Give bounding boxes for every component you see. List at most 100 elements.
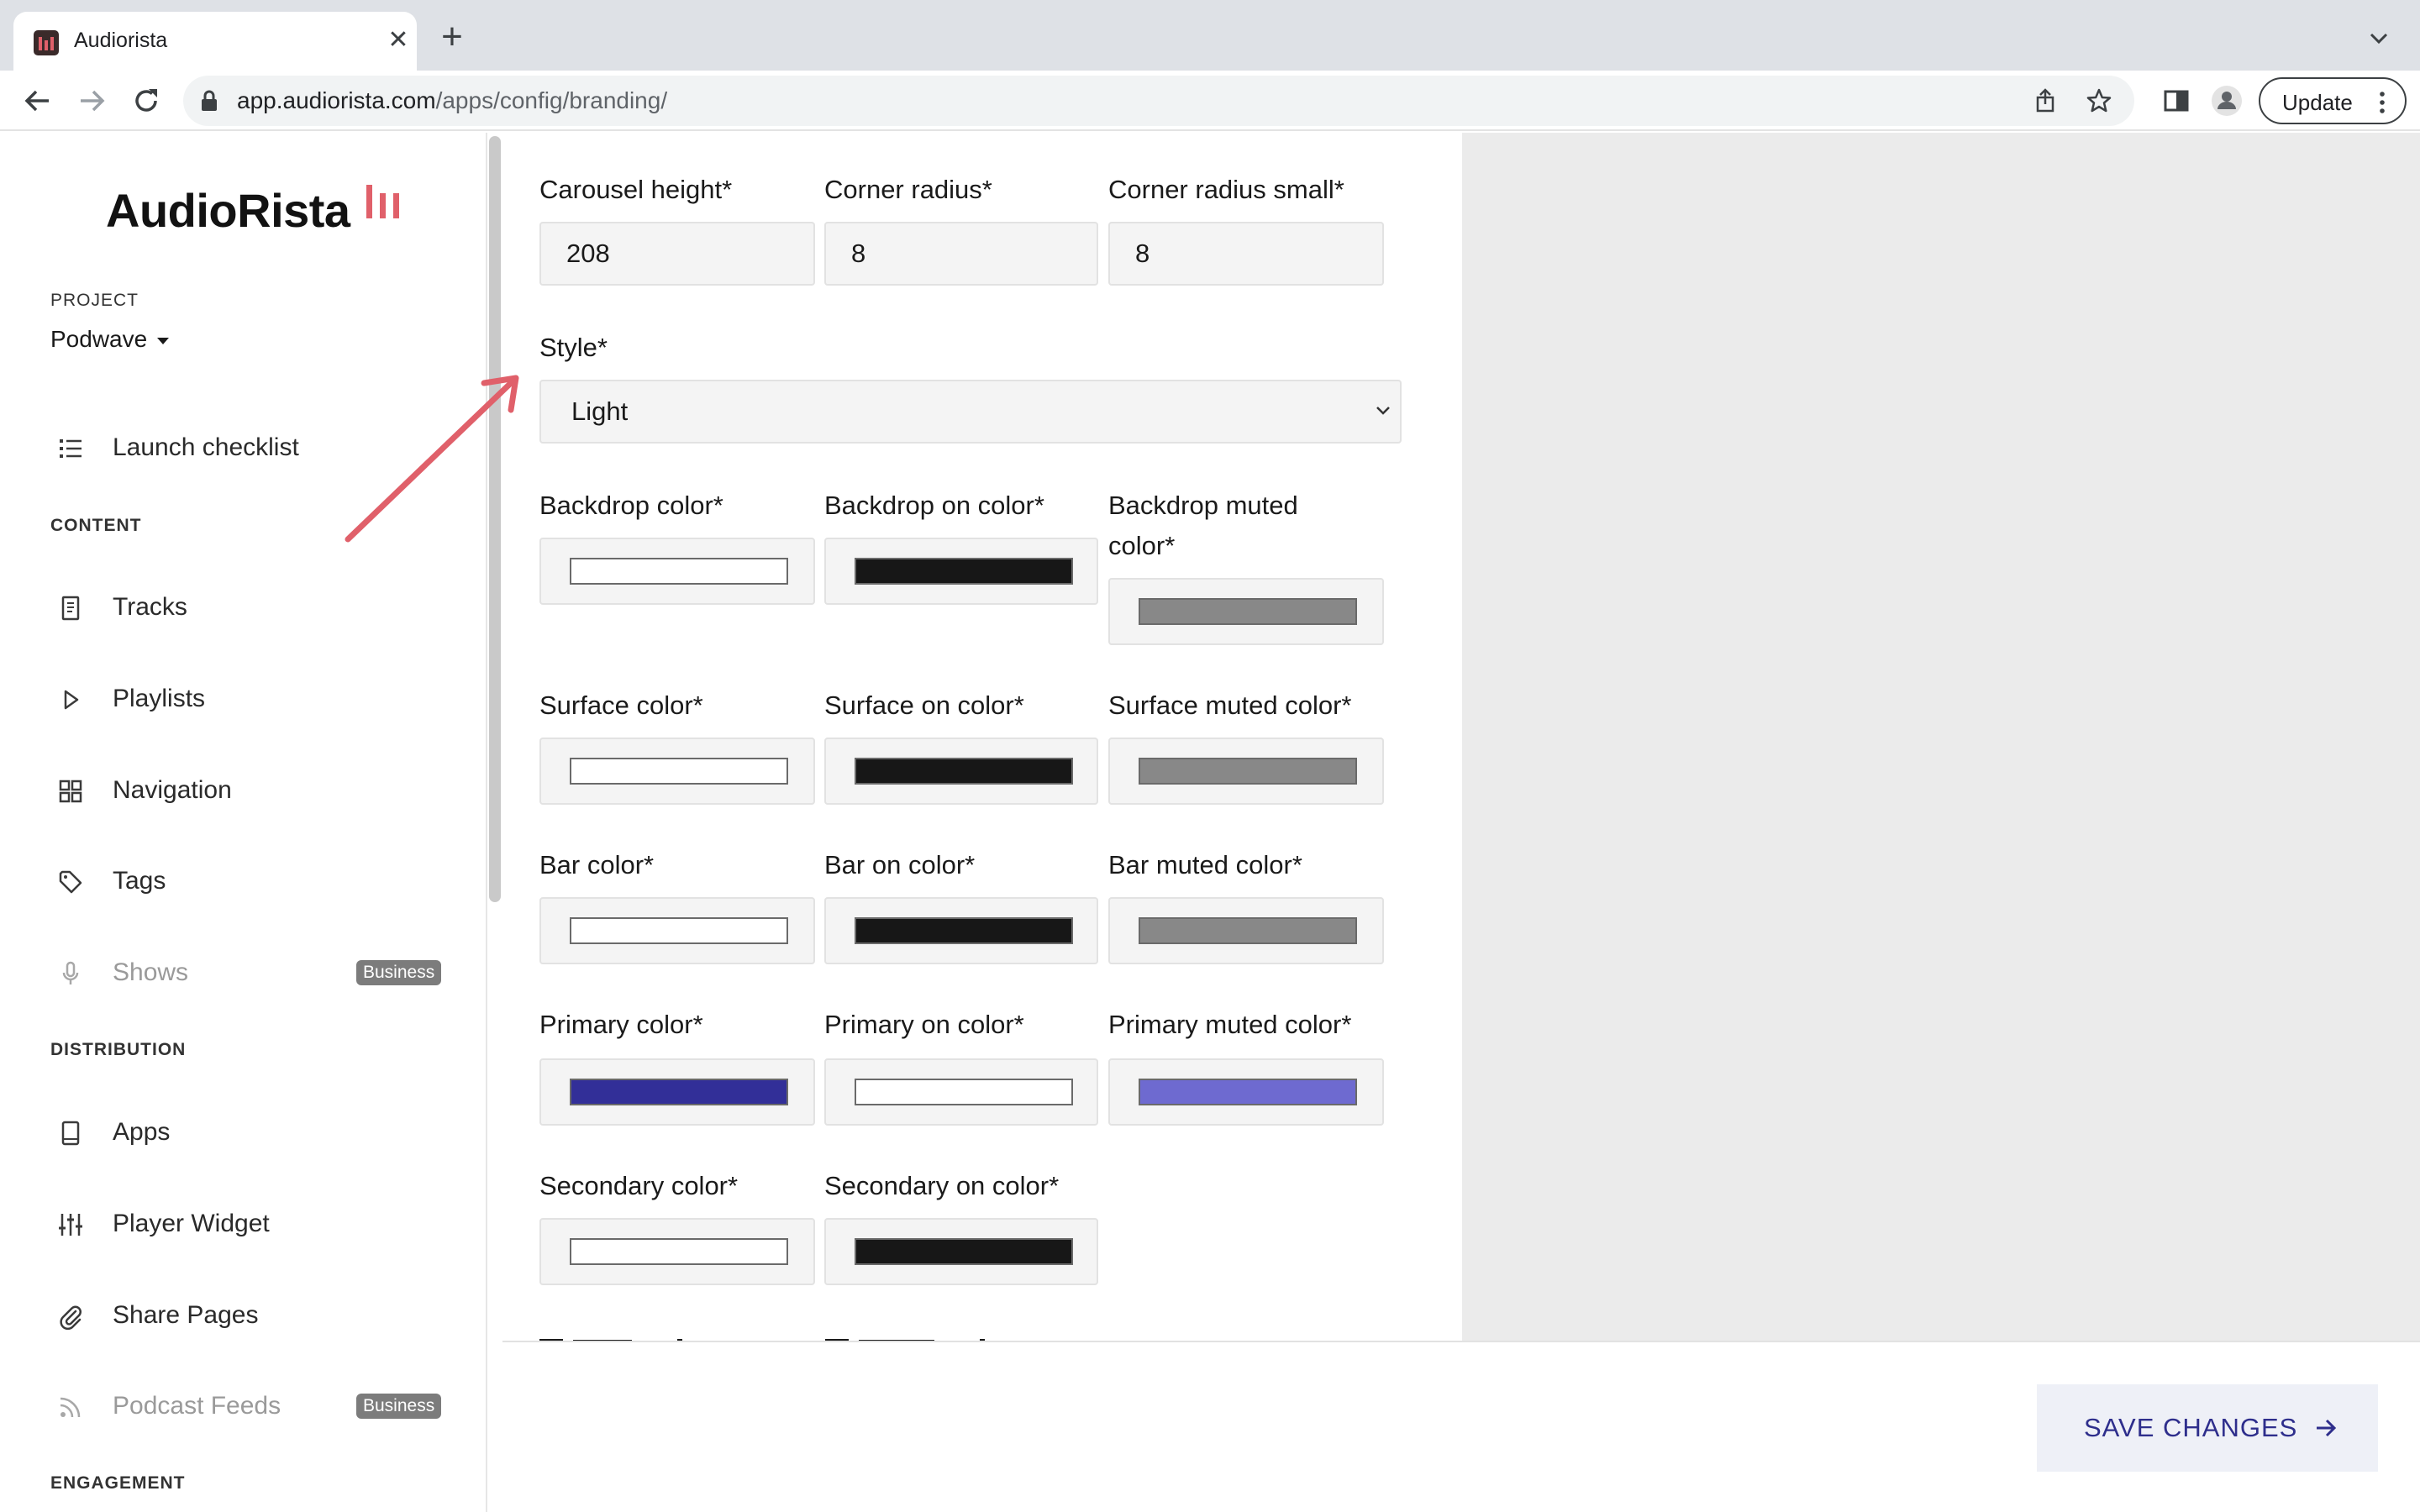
browser-tab-bar: Audiorista ✕ + xyxy=(0,0,2420,71)
logo-bars-icon xyxy=(366,185,399,218)
browser-toolbar: app.audiorista.com/apps/config/branding/… xyxy=(0,71,2420,131)
primary-color-picker[interactable] xyxy=(539,1058,815,1126)
grid-icon xyxy=(59,780,82,803)
backdrop-on-color-label: Backdrop on color* xyxy=(824,491,1044,520)
tab-title: Audiorista xyxy=(74,29,168,52)
sidebar-item-label: Shows xyxy=(113,958,189,986)
chevron-down-icon xyxy=(1376,407,1390,415)
surface-on-color-label: Surface on color* xyxy=(824,690,1024,720)
checklist-icon xyxy=(60,439,82,458)
bar-color-picker[interactable] xyxy=(539,897,815,964)
sidebar-item-podcast-feeds[interactable]: Podcast Feeds Business xyxy=(50,1382,454,1432)
sidebar-item-label: Tracks xyxy=(113,593,187,621)
label-line: color* xyxy=(1108,531,1176,560)
sidebar-item-tracks[interactable]: Tracks xyxy=(50,583,454,633)
backdrop-color-label: Backdrop color* xyxy=(539,491,723,520)
address-bar[interactable]: app.audiorista.com/apps/config/branding/ xyxy=(183,76,2134,126)
surface-color-picker[interactable] xyxy=(539,738,815,805)
secondary-on-color-picker[interactable] xyxy=(824,1218,1098,1285)
business-badge: Business xyxy=(356,960,442,985)
corner-radius-input[interactable]: 8 xyxy=(824,222,1098,286)
play-icon xyxy=(64,690,79,710)
secondary-color-picker[interactable] xyxy=(539,1218,815,1285)
close-tab-icon[interactable]: ✕ xyxy=(383,25,413,55)
new-tab-icon[interactable]: + xyxy=(435,18,469,55)
style-selected-value: Light xyxy=(571,396,629,426)
business-badge: Business xyxy=(356,1394,442,1419)
secondary-color-label: Secondary color* xyxy=(539,1171,739,1200)
sidebar-item-player-widget[interactable]: Player Widget xyxy=(50,1200,454,1250)
bar-on-color-picker[interactable] xyxy=(824,897,1098,964)
backdrop-muted-color-label: Backdrop muted color* xyxy=(1108,486,1298,566)
distribution-section-label: DISTRIBUTION xyxy=(50,1040,187,1059)
carousel-height-input[interactable]: 208 xyxy=(539,222,815,286)
backdrop-muted-color-picker[interactable] xyxy=(1108,578,1384,645)
project-selector[interactable]: Podwave xyxy=(50,326,170,353)
back-arrow-icon[interactable] xyxy=(20,84,54,118)
color-swatch xyxy=(855,558,1073,585)
browser-tab[interactable]: Audiorista ✕ xyxy=(13,12,417,71)
color-swatch xyxy=(1139,1079,1357,1105)
more-vertical-icon xyxy=(2380,92,2385,113)
style-select[interactable]: Light xyxy=(539,380,1402,444)
audiorista-logo[interactable]: AudioRista xyxy=(106,183,399,242)
project-section-label: PROJECT xyxy=(50,291,139,310)
surface-on-color-picker[interactable] xyxy=(824,738,1098,805)
sidebar-item-navigation[interactable]: Navigation xyxy=(50,766,454,816)
surface-color-label: Surface color* xyxy=(539,690,703,720)
primary-muted-color-label: Primary muted color* xyxy=(1108,1010,1352,1039)
sliders-icon xyxy=(59,1214,82,1236)
backdrop-color-picker[interactable] xyxy=(539,538,815,605)
save-changes-button[interactable]: SAVE CHANGES xyxy=(2037,1384,2378,1472)
sidebar-item-apps[interactable]: Apps xyxy=(50,1108,454,1158)
carousel-height-label: Carousel height* xyxy=(539,175,733,204)
color-swatch xyxy=(855,758,1073,785)
save-changes-label: SAVE CHANGES xyxy=(2084,1413,2298,1442)
url-text: app.audiorista.com/apps/config/branding/ xyxy=(237,87,667,114)
bar-muted-color-picker[interactable] xyxy=(1108,897,1384,964)
sidebar-item-share-pages[interactable]: Share Pages xyxy=(50,1291,454,1341)
bookmark-star-icon[interactable] xyxy=(2086,87,2112,114)
tablet-icon xyxy=(61,1121,80,1146)
forward-arrow-icon[interactable] xyxy=(76,84,109,118)
sidebar-item-playlists[interactable]: Playlists xyxy=(50,675,454,725)
project-name: Podwave xyxy=(50,326,148,352)
label-line: Backdrop muted xyxy=(1108,491,1298,520)
tag-icon xyxy=(59,870,82,894)
preview-panel xyxy=(1462,133,2420,1344)
color-swatch xyxy=(570,1238,788,1265)
corner-radius-small-input[interactable]: 8 xyxy=(1108,222,1384,286)
arrow-right-icon xyxy=(2317,1419,2337,1437)
chevron-down-icon[interactable] xyxy=(2366,25,2391,50)
sidebar-item-label: Launch checklist xyxy=(113,433,299,461)
sidebar-item-tags[interactable]: Tags xyxy=(50,857,454,907)
side-panel-icon[interactable] xyxy=(2160,84,2193,118)
document-icon xyxy=(61,596,80,621)
rss-icon xyxy=(60,1397,81,1418)
microphone-icon xyxy=(62,961,79,984)
sidebar-item-label: Navigation xyxy=(113,776,232,804)
backdrop-on-color-picker[interactable] xyxy=(824,538,1098,605)
color-swatch xyxy=(570,558,788,585)
logo-text: AudioRista xyxy=(106,184,350,237)
url-domain: app.audiorista.com xyxy=(237,87,436,113)
update-button[interactable]: Update xyxy=(2259,77,2407,124)
sidebar-item-shows[interactable]: Shows Business xyxy=(50,948,454,999)
sidebar-item-label: Share Pages xyxy=(113,1301,259,1329)
color-swatch xyxy=(1139,758,1357,785)
primary-on-color-picker[interactable] xyxy=(824,1058,1098,1126)
color-swatch xyxy=(855,917,1073,944)
profile-avatar-icon[interactable] xyxy=(2210,84,2244,118)
corner-radius-label: Corner radius* xyxy=(824,175,992,204)
color-swatch xyxy=(1139,598,1357,625)
primary-muted-color-picker[interactable] xyxy=(1108,1058,1384,1126)
reload-icon[interactable] xyxy=(129,84,163,118)
sidebar-item-label: Apps xyxy=(113,1118,171,1146)
style-label: Style* xyxy=(539,333,608,362)
audiorista-favicon-icon xyxy=(34,30,59,55)
share-icon[interactable] xyxy=(2032,87,2059,114)
sidebar: AudioRista PROJECT Podwave Launch checkl… xyxy=(0,133,487,1512)
surface-muted-color-picker[interactable] xyxy=(1108,738,1384,805)
paperclip-icon xyxy=(60,1305,82,1330)
color-swatch xyxy=(855,1238,1073,1265)
